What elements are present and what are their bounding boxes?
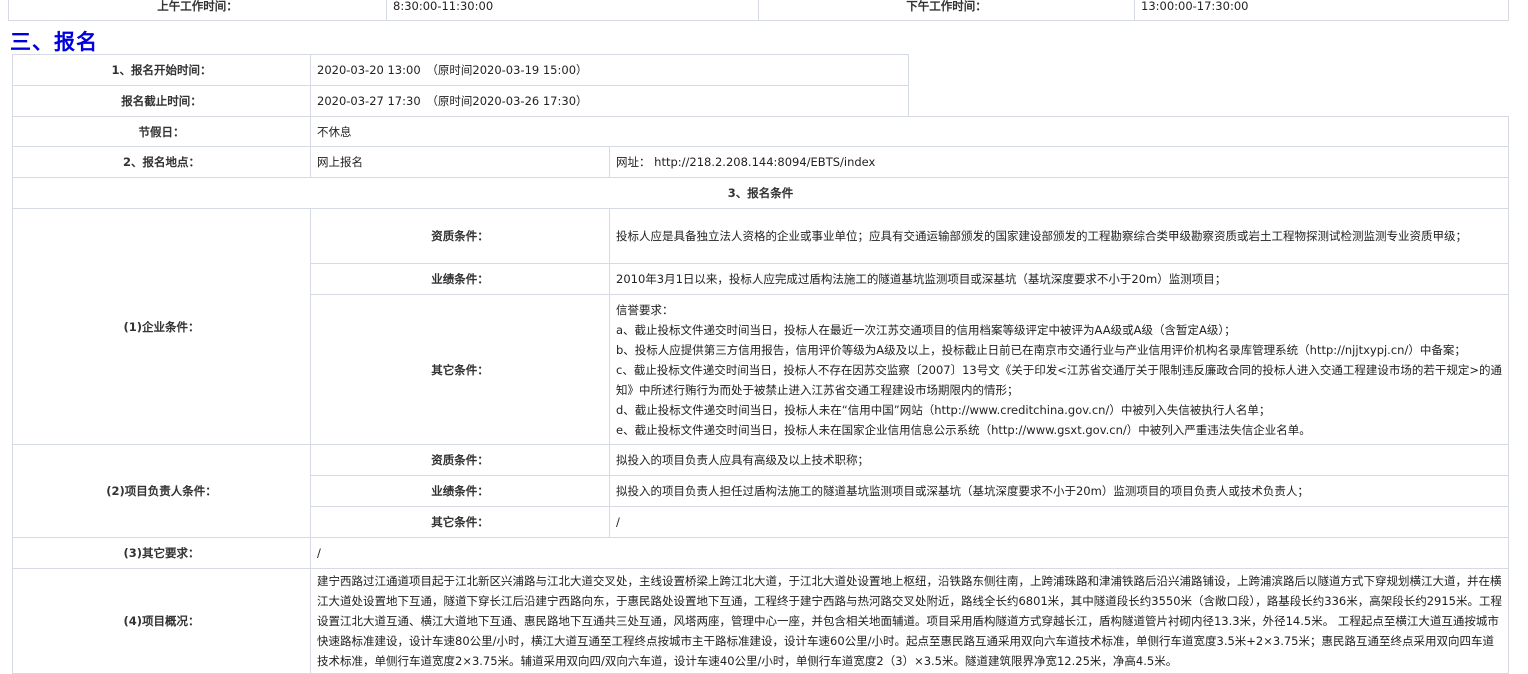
manager-perf-label: 业绩条件： [310, 475, 610, 507]
registration-table: 1、报名开始时间： 2020-03-20 13:00 （原时间2020-03-1… [11, 54, 1510, 674]
conditions-header: 3、报名条件 [11, 177, 1510, 209]
enterprise-qual-row: (1)企业条件： 资质条件： 投标人应是具备独立法人资格的企业或事业单位；应具有… [12, 208, 1510, 445]
overview-label: (4)项目概况： [12, 568, 311, 674]
end-time-row: 报名截止时间： 2020-03-27 17:30 （原时间2020-03-26 … [12, 85, 1509, 117]
enterprise-qual-value: 投标人应是具备独立法人资格的企业或事业单位；应具有交通运输部颁发的国家建设部颁发… [608, 208, 1510, 264]
other-requirements-row: (3)其它要求： / [12, 537, 1510, 569]
manager-conditions-label: (2)项目负责人条件： [12, 444, 311, 538]
credit-requirement-d: d、截止投标文件递交时间当日，投标人未在“信用中国”网站（http://www.… [616, 402, 1271, 417]
end-time-value: 2020-03-27 17:30 （原时间2020-03-26 17:30） [309, 85, 910, 117]
credit-requirement-a: a、截止投标文件递交时间当日，投标人在最近一次江苏交通项目的信用档案等级评定中被… [616, 322, 1236, 337]
other-requirements-value: / [309, 537, 1510, 569]
location-url[interactable]: 网址： http://218.2.208.144:8094/EBTS/index [608, 146, 1510, 178]
holiday-value: 不休息 [309, 116, 1510, 147]
credit-requirement-heading: 信誉要求： [616, 302, 674, 317]
location-row: 2、报名地点： 网上报名 网址： http://218.2.208.144:80… [12, 146, 1510, 178]
start-time-value: 2020-03-20 13:00 （原时间2020-03-19 15:00） [309, 54, 910, 86]
credit-requirement-b: b、投标人应提供第三方信用报告，信用评价等级为A级及以上，投标截止日前已在南京市… [616, 342, 1466, 357]
enterprise-perf-value: 2010年3月1日以来，投标人应完成过盾构法施工的隧道基坑监测项目或深基坑（基坑… [608, 263, 1510, 295]
manager-other-label: 其它条件： [310, 506, 610, 538]
enterprise-perf-label: 业绩条件： [310, 263, 610, 295]
location-value: 网上报名 [310, 146, 610, 178]
overview-value: 建宁西路过江通道项目起于江北新区兴浦路与江北大道交叉处，主线设置桥梁上跨江北大道… [309, 568, 1510, 674]
enterprise-other-value: 信誉要求： a、截止投标文件递交时间当日，投标人在最近一次江苏交通项目的信用档案… [608, 294, 1510, 445]
credit-requirement-c: c、截止投标文件递交时间当日，投标人不存在因苏交监察〔2007〕13号文《关于印… [616, 362, 1502, 397]
start-time-row: 1、报名开始时间： 2020-03-20 13:00 （原时间2020-03-1… [12, 54, 1509, 86]
section-title: 三、报名 [10, 30, 98, 54]
location-label: 2、报名地点： [12, 146, 311, 178]
conditions-header-row: 3、报名条件 [11, 177, 1510, 209]
manager-qual-row: (2)项目负责人条件： 资质条件： 拟投入的项目负责人应具有高级及以上技术职称； [12, 444, 1510, 538]
enterprise-other-label: 其它条件： [310, 294, 610, 445]
manager-perf-value: 拟投入的项目负责人担任过盾构法施工的隧道基坑监测项目或深基坑（基坑深度要求不小于… [608, 475, 1510, 507]
other-requirements-label: (3)其它要求： [12, 537, 311, 569]
overview-row: (4)项目概况： 建宁西路过江通道项目起于江北新区兴浦路与江北大道交叉处，主线设… [12, 568, 1510, 674]
enterprise-conditions-label: (1)企业条件： [12, 208, 311, 445]
afternoon-hours-label: 下午工作时间： [758, 0, 1135, 21]
morning-hours-label: 上午工作时间： [8, 0, 387, 21]
manager-qual-value: 拟投入的项目负责人应具有高级及以上技术职称； [608, 444, 1510, 476]
enterprise-qual-label: 资质条件： [310, 208, 610, 264]
holiday-row: 节假日： 不休息 [12, 116, 1510, 147]
work-hours-table: 上午工作时间： 8:30:00-11:30:00 下午工作时间： 13:00:0… [8, 0, 1509, 21]
work-hours-row: 上午工作时间： 8:30:00-11:30:00 下午工作时间： 13:00:0… [8, 0, 1509, 21]
credit-requirement-e: e、截止投标文件递交时间当日，投标人未在国家企业信用信息公示系统（http://… [616, 422, 1311, 437]
end-time-label: 报名截止时间： [12, 85, 311, 117]
manager-other-value: / [608, 506, 1510, 538]
afternoon-hours-value: 13:00:00-17:30:00 [1134, 0, 1509, 21]
manager-qual-label: 资质条件： [310, 444, 610, 476]
start-time-label: 1、报名开始时间： [12, 54, 311, 86]
holiday-label: 节假日： [12, 116, 311, 147]
morning-hours-value: 8:30:00-11:30:00 [386, 0, 759, 21]
